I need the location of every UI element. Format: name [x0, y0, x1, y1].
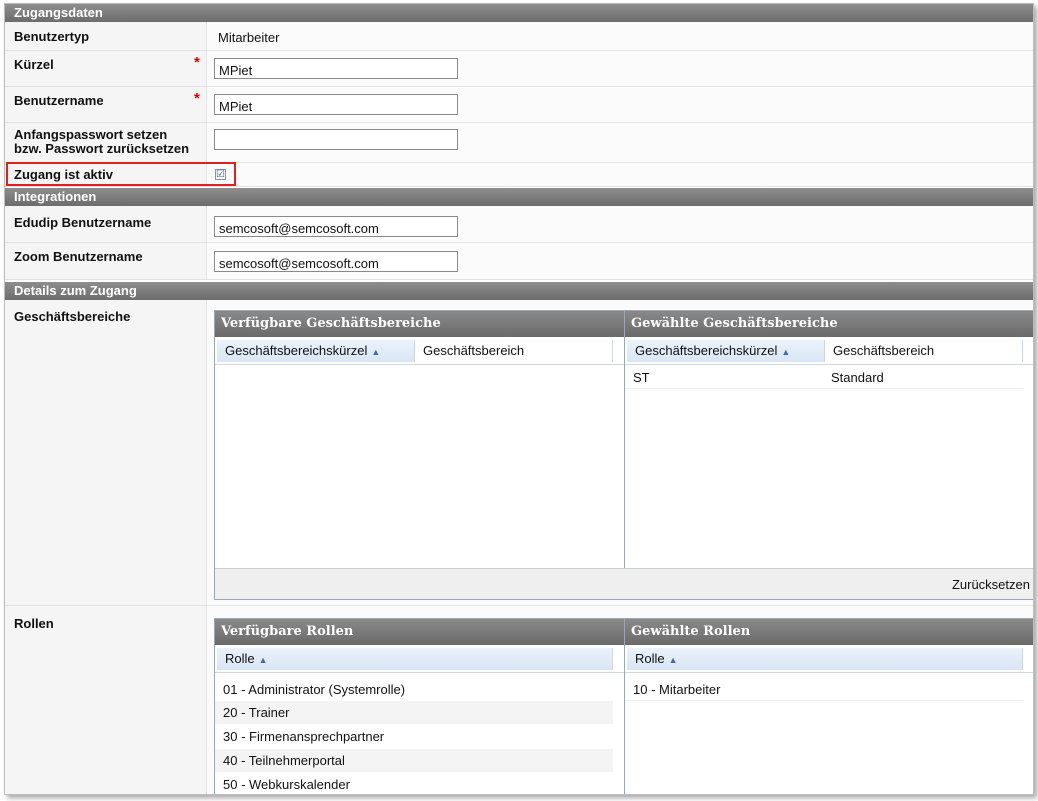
zoom-input[interactable]: [214, 251, 458, 272]
selected-rollen-grid: Gewählte Rollen Rolle ▲ 10 - Mitarbeiter: [625, 619, 1033, 794]
available-geschaeftsbereiche-grid: Verfügbare Geschäftsbereiche Geschäftsbe…: [215, 311, 625, 571]
grid-title: Verfügbare Geschäftsbereiche: [215, 311, 624, 337]
geschaeftsbereiche-picker: Verfügbare Geschäftsbereiche Geschäftsbe…: [214, 310, 1033, 600]
kuerzel-input[interactable]: [214, 58, 458, 79]
sort-ascending-icon: ▲: [668, 655, 678, 665]
cell-kuerzel: ST: [633, 370, 650, 385]
column-header-bereich[interactable]: Geschäftsbereich: [825, 340, 1023, 362]
list-item[interactable]: 20 - Trainer: [215, 701, 613, 724]
sort-ascending-icon: ▲: [371, 347, 381, 357]
table-row[interactable]: ST Standard: [625, 366, 1023, 389]
grid-footer: Zurücksetzen: [215, 568, 1033, 599]
available-rollen-grid: Verfügbare Rollen Rolle ▲ 01 - Administra…: [215, 619, 625, 794]
user-access-form: Zugangsdaten Benutzertyp Mitarbeiter Kür…: [4, 3, 1034, 795]
column-header-bereich[interactable]: Geschäftsbereich: [415, 340, 613, 362]
column-header-kuerzel[interactable]: Geschäftsbereichskürzel ▲: [627, 340, 825, 362]
section-header-zugangsdaten: Zugangsdaten: [5, 4, 1033, 22]
sort-ascending-icon: ▲: [781, 347, 791, 357]
geschaeftsbereiche-label: Geschäftsbereiche: [14, 309, 131, 324]
edudip-input[interactable]: [214, 216, 458, 237]
benutzertyp-label: Benutzertyp: [14, 29, 90, 44]
cell-bereich: Standard: [831, 370, 884, 385]
list-item[interactable]: 40 - Teilnehmerportal: [215, 749, 613, 772]
passwort-label-line1: Anfangspasswort setzen: [14, 127, 168, 142]
grid-title: Gewählte Geschäftsbereiche: [625, 311, 1033, 337]
grid-title: Verfügbare Rollen: [215, 619, 624, 645]
section-header-integrationen: Integrationen: [5, 188, 1033, 206]
zoom-label: Zoom Benutzername: [14, 249, 143, 264]
required-marker: *: [194, 90, 200, 107]
row-benutzername: Benutzername *: [5, 87, 1033, 123]
edudip-label: Edudip Benutzername: [14, 215, 152, 230]
row-kuerzel: Kürzel *: [5, 51, 1033, 87]
passwort-input[interactable]: [214, 129, 458, 150]
passwort-label-line2: bzw. Passwort zurücksetzen: [14, 141, 190, 156]
row-benutzertyp: Benutzertyp Mitarbeiter: [5, 22, 1033, 51]
column-header-rolle[interactable]: Rolle ▲: [217, 648, 613, 670]
column-header-kuerzel[interactable]: Geschäftsbereichskürzel ▲: [217, 340, 415, 362]
rollen-label: Rollen: [14, 616, 54, 631]
required-marker: *: [194, 54, 200, 71]
grid-title: Gewählte Rollen: [625, 619, 1033, 645]
reset-button[interactable]: Zurücksetzen: [952, 577, 1030, 592]
rollen-picker: Verfügbare Rollen Rolle ▲ 01 - Administra…: [214, 618, 1033, 794]
column-header-rolle[interactable]: Rolle ▲: [627, 648, 1023, 670]
row-passwort: Anfangspasswort setzen bzw. Passwort zur…: [5, 123, 1033, 163]
row-geschaeftsbereiche: Geschäftsbereiche Verfügbare Geschäftsbe…: [5, 300, 1033, 606]
list-item[interactable]: 10 - Mitarbeiter: [625, 678, 1023, 701]
highlight-box: [6, 162, 236, 186]
benutzername-label: Benutzername: [14, 93, 104, 108]
kuerzel-label: Kürzel: [14, 57, 54, 72]
row-edudip: Edudip Benutzername: [5, 206, 1033, 243]
list-item[interactable]: 50 - Webkurskalender: [215, 773, 613, 794]
list-item[interactable]: 30 - Firmenansprechpartner: [215, 725, 613, 748]
benutzername-input[interactable]: [214, 94, 458, 115]
sort-ascending-icon: ▲: [258, 655, 268, 665]
list-item[interactable]: 01 - Administrator (Systemrolle): [215, 678, 613, 701]
benutzertyp-value: Mitarbeiter: [218, 30, 280, 45]
selected-geschaeftsbereiche-grid: Gewählte Geschäftsbereiche Geschäftsbere…: [625, 311, 1033, 571]
section-header-details: Details zum Zugang: [5, 282, 1033, 300]
row-rollen: Rollen Verfügbare Rollen Rolle ▲ 01 - Adm…: [5, 606, 1033, 794]
row-zoom: Zoom Benutzername: [5, 243, 1033, 280]
